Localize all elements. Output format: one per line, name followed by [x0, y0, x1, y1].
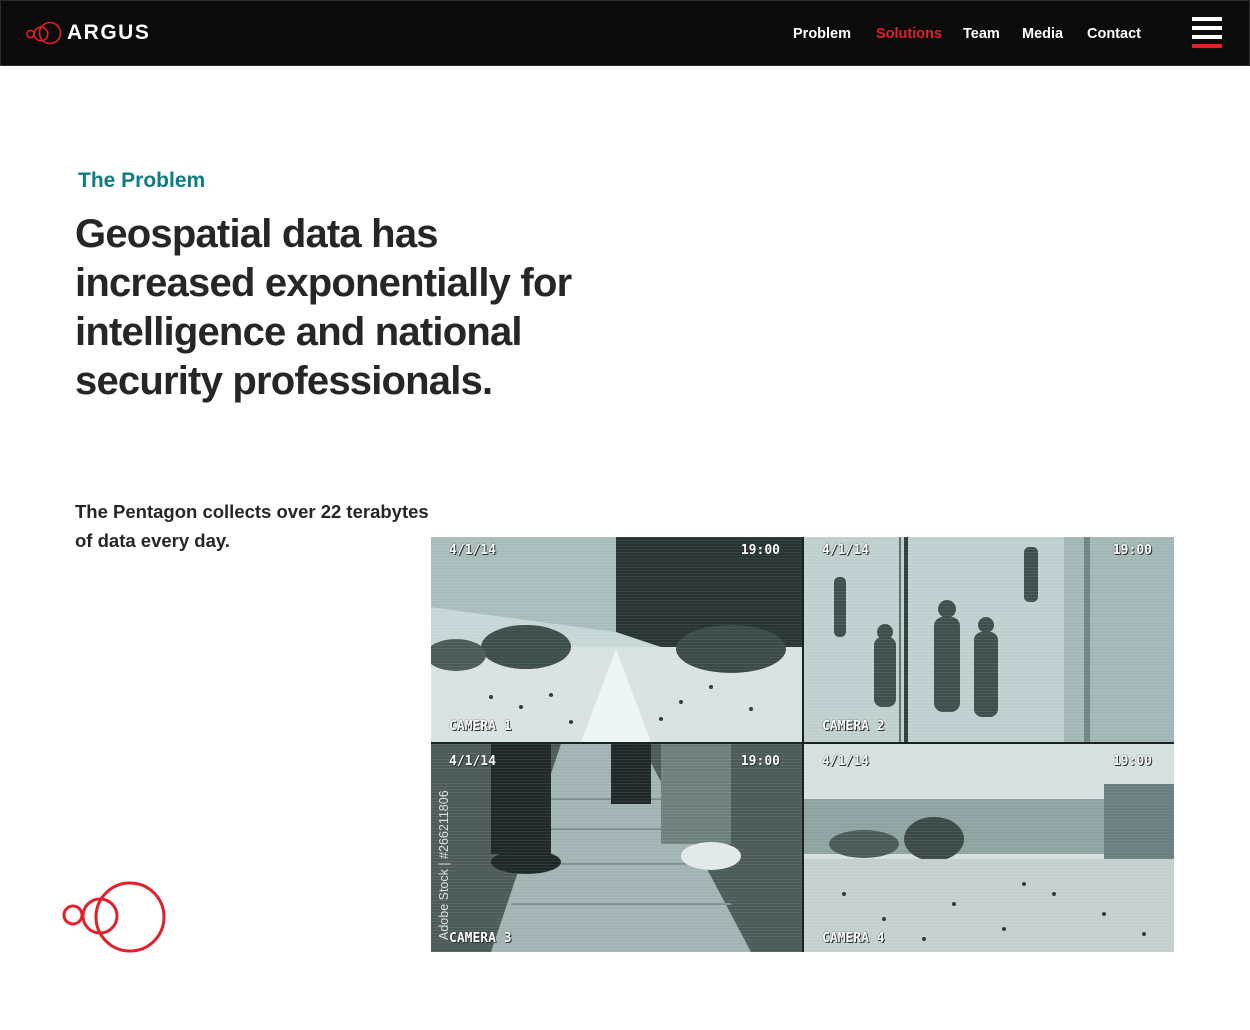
camera-3-label: CAMERA 3: [449, 931, 512, 946]
camera-1-time: 19:00: [740, 543, 780, 558]
section-headline: Geospatial data has increased exponentia…: [75, 212, 572, 403]
surveillance-camera-grid: 4/1/14 19:00 CAMERA 1 4/1/14 19:00 CAMER…: [431, 537, 1174, 952]
camera-1-label: CAMERA 1: [449, 719, 512, 734]
camera-4-label: CAMERA 4: [822, 931, 885, 946]
main-nav: Problem Solutions Team Media Contact: [1, 25, 1250, 45]
camera-3-time: 19:00: [740, 754, 780, 769]
camera-feed-2: 4/1/14 19:00 CAMERA 2: [804, 537, 1174, 742]
camera-2-label: CAMERA 2: [822, 719, 885, 734]
hamburger-icon[interactable]: [1192, 17, 1222, 50]
camera-1-date: 4/1/14: [449, 543, 496, 558]
nav-item-problem[interactable]: Problem: [793, 25, 851, 43]
camera-feed-4: 4/1/14 19:00 CAMERA 4: [804, 744, 1174, 952]
camera-4-date: 4/1/14: [822, 754, 869, 769]
argus-circles-icon: [62, 881, 166, 953]
nav-item-team[interactable]: Team: [963, 25, 1000, 43]
camera-feed-1: 4/1/14 19:00 CAMERA 1: [431, 537, 802, 742]
camera-2-date: 4/1/14: [822, 543, 869, 558]
nav-item-solutions[interactable]: Solutions: [876, 25, 942, 43]
section-eyebrow: The Problem: [78, 169, 206, 192]
nav-item-media[interactable]: Media: [1022, 25, 1063, 43]
site-header: ARGUS Problem Solutions Team Media Conta…: [0, 0, 1250, 66]
stock-watermark: Adobe Stock | #266211806: [437, 790, 451, 940]
camera-2-time: 19:00: [1112, 543, 1152, 558]
camera-4-time: 19:00: [1112, 754, 1152, 769]
camera-feed-3: 4/1/14 19:00 CAMERA 3: [431, 744, 802, 952]
camera-3-date: 4/1/14: [449, 754, 496, 769]
section-subtext: The Pentagon collects over 22 terabytes …: [75, 501, 429, 551]
nav-item-contact[interactable]: Contact: [1087, 25, 1141, 43]
